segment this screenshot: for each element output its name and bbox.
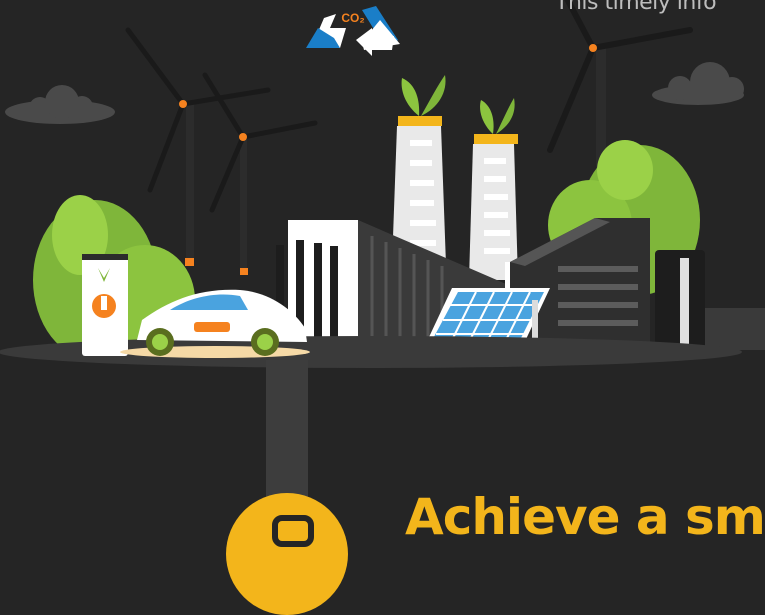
intro-text: This timely info xyxy=(555,0,717,15)
cloud-left xyxy=(5,85,115,124)
co2-label: CO₂ xyxy=(341,11,364,25)
eco-energy-illustration: CO₂ xyxy=(0,0,765,500)
lock-icon xyxy=(272,515,314,547)
cloud-right xyxy=(652,62,744,105)
smokestack-left xyxy=(392,75,446,265)
co2-recycle-icon: CO₂ xyxy=(306,6,400,56)
ground-platform xyxy=(0,336,742,500)
feature-badge xyxy=(226,493,348,615)
section-headline: Achieve a sm xyxy=(405,488,765,546)
smokestack-right xyxy=(469,98,518,280)
